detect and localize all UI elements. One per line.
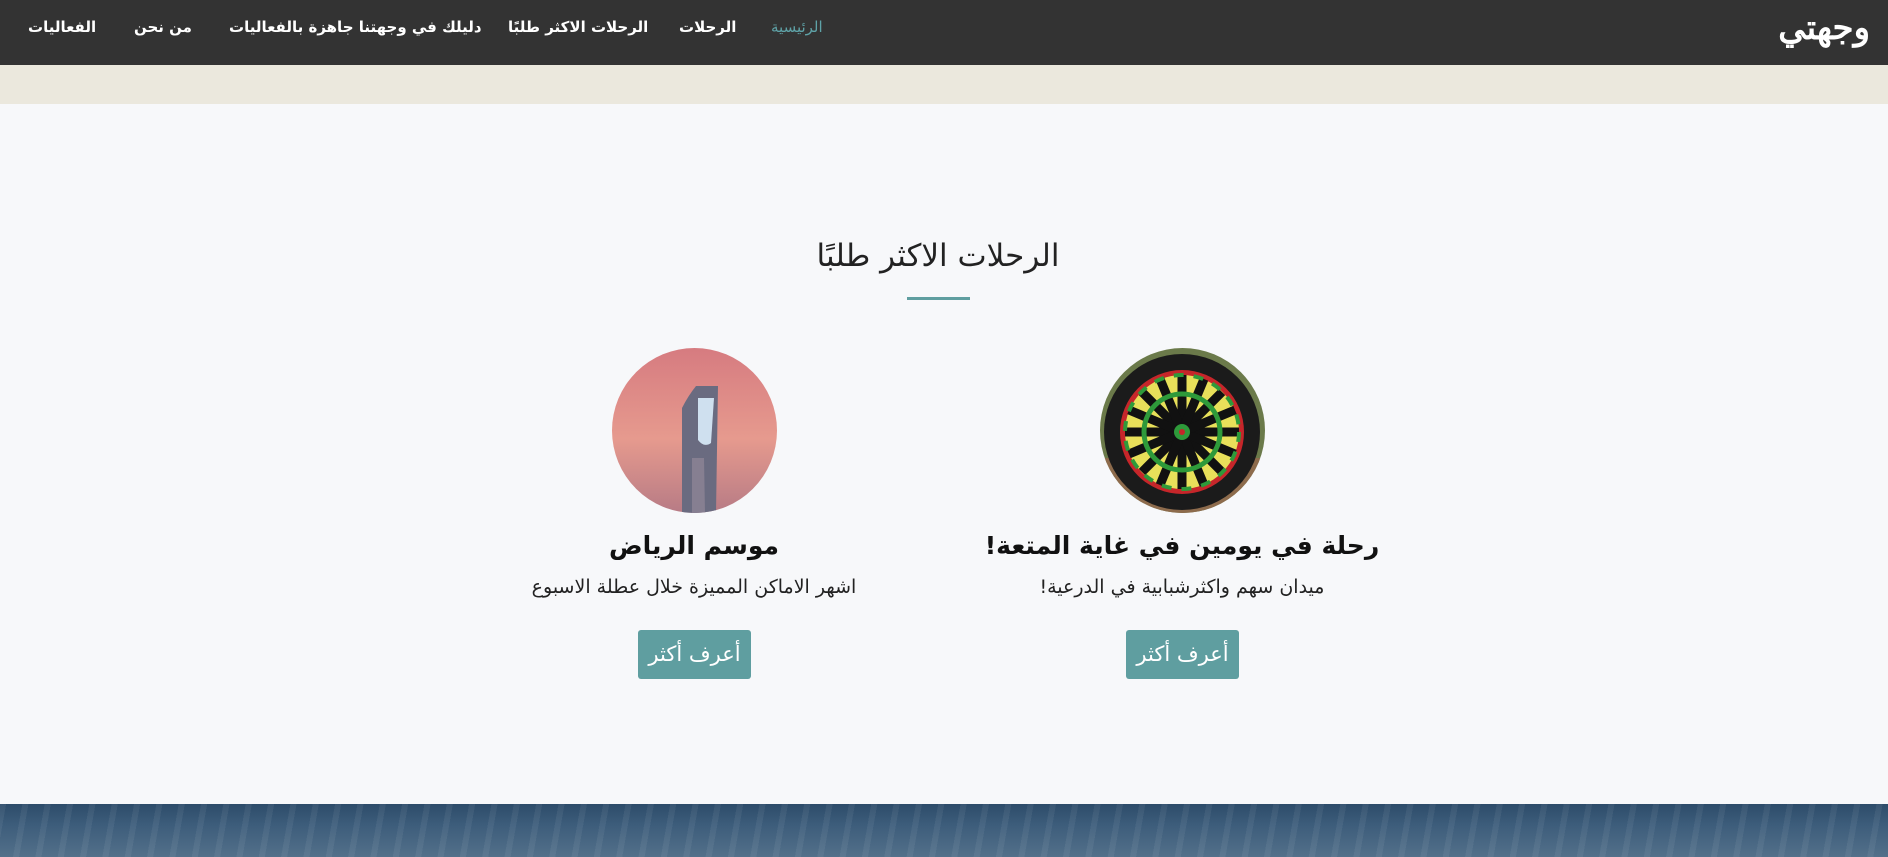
brand-logo[interactable]: وجهتي bbox=[1778, 6, 1870, 50]
nav-trips[interactable]: الرحلات bbox=[679, 16, 736, 38]
nav-popular-trips[interactable]: الرحلات الاكثر طلبًا bbox=[508, 16, 648, 38]
dartboard-image bbox=[1100, 348, 1265, 513]
trip-card-darts: رحلة في يومين في غاية المتعة! ميدان سهم … bbox=[922, 348, 1442, 688]
card-title: موسم الرياض bbox=[609, 531, 779, 560]
learn-more-button[interactable]: أعرف أكثر bbox=[1126, 630, 1239, 679]
card-title: رحلة في يومين في غاية المتعة! bbox=[984, 531, 1380, 560]
water-background-image bbox=[0, 804, 1888, 857]
kingdom-tower-image bbox=[612, 348, 777, 513]
title-divider bbox=[907, 297, 970, 300]
section-title: الرحلات الاكثر طلبًا bbox=[816, 238, 1060, 274]
learn-more-button[interactable]: أعرف أكثر bbox=[638, 630, 751, 679]
trip-card-riyadh-season: موسم الرياض اشهر الاماكن المميزة خلال عط… bbox=[434, 348, 954, 688]
nav-events[interactable]: الفعاليات bbox=[28, 16, 96, 38]
nav-guide[interactable]: دليلك في وجهتنا جاهزة بالفعاليات bbox=[229, 16, 482, 38]
banner-strip bbox=[0, 65, 1888, 104]
nav-home[interactable]: الرئيسية bbox=[771, 16, 823, 38]
nav-about[interactable]: من نحن bbox=[134, 16, 192, 38]
card-description: ميدان سهم واكثرشبابية في الدرعية! bbox=[1039, 576, 1325, 598]
top-navbar: وجهتي الرئيسية الرحلات الرحلات الاكثر طل… bbox=[0, 0, 1888, 65]
card-description: اشهر الاماكن المميزة خلال عطلة الاسبوع bbox=[531, 576, 857, 598]
